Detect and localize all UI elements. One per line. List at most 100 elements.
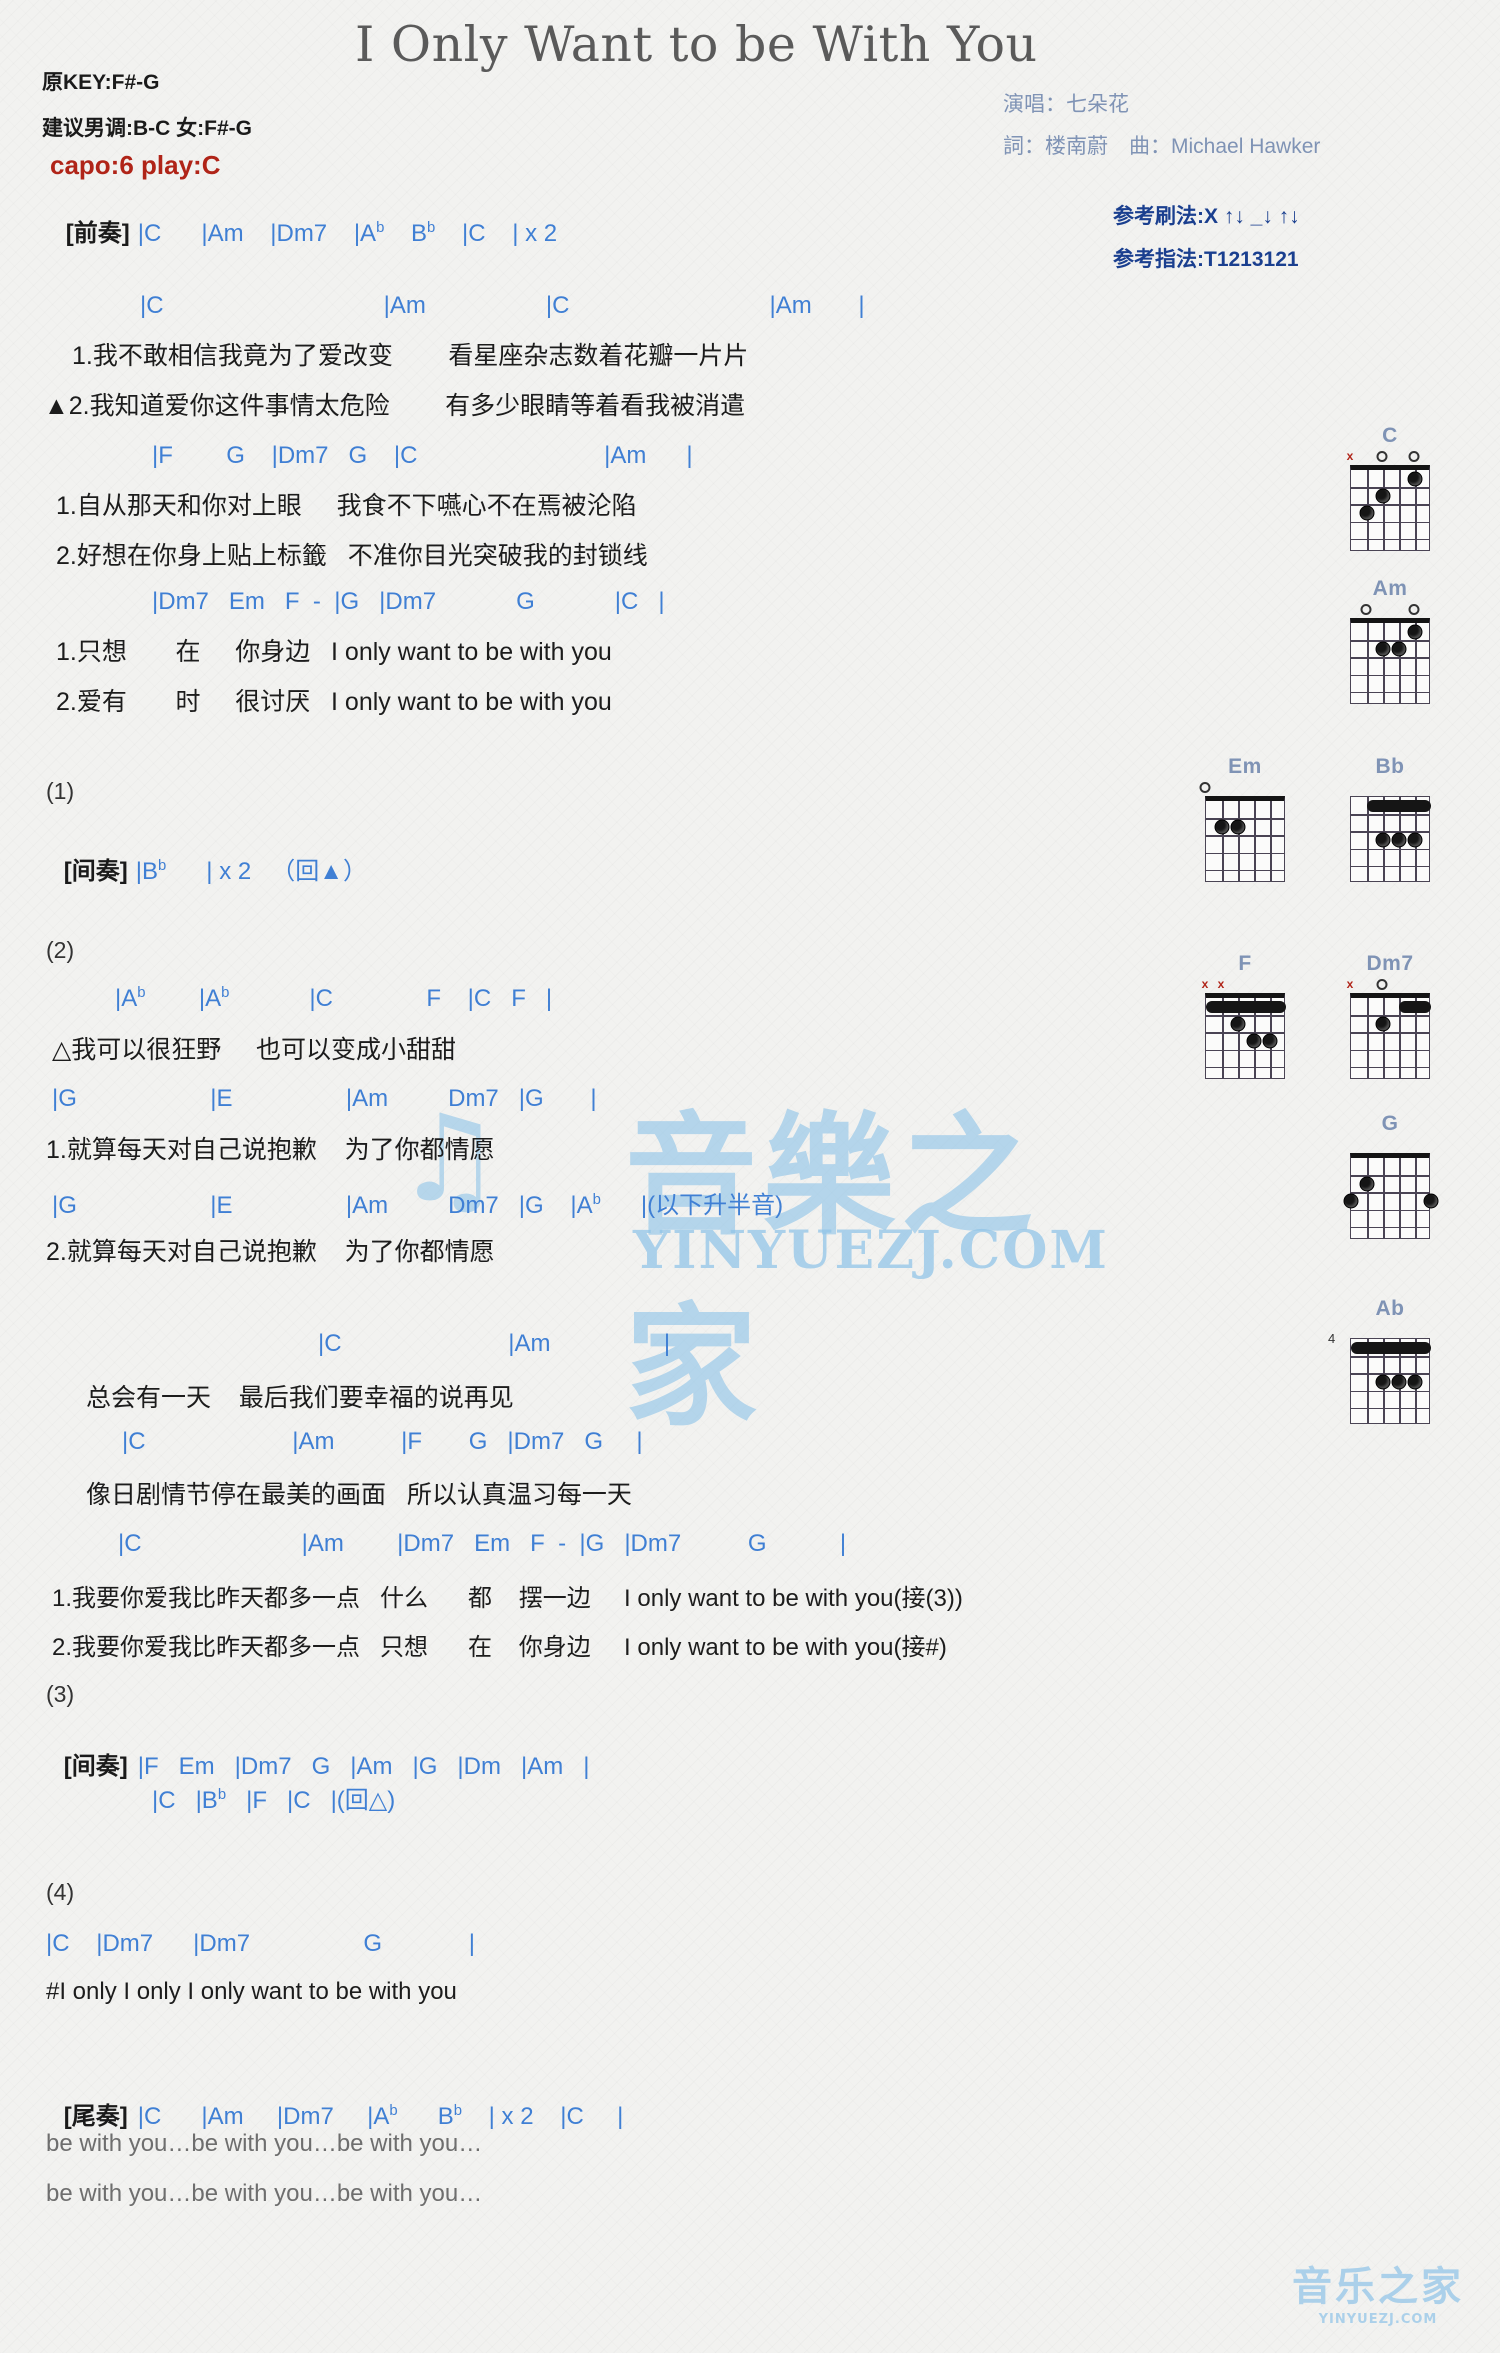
fret-line <box>1351 1015 1429 1017</box>
barre-marker <box>1206 1000 1286 1013</box>
singer-credit: 演唱：七朵花 <box>1003 93 1129 116</box>
block4-chords: |C |Dm7 |Dm7 G | <box>46 1930 475 1957</box>
block1-chords: |Bb | x 2 （回▲） <box>135 858 367 885</box>
fretboard-grid <box>1205 993 1286 1079</box>
fretboard-grid <box>1350 993 1431 1079</box>
finger-dot <box>1230 819 1246 835</box>
open-string-icon <box>1360 604 1372 615</box>
verse2-chords: |F G |Dm7 G |C |Am | <box>152 442 693 469</box>
barre-marker <box>1351 1341 1431 1354</box>
chord-diagram-markers <box>1342 1323 1438 1338</box>
block1-row: [间奏] |Bb | x 2 （回▲） <box>46 833 367 904</box>
chord-diagram-name: Bb <box>1375 755 1405 778</box>
fret-line <box>1351 521 1429 524</box>
barre-marker <box>1367 799 1431 812</box>
block1-label: [间奏] <box>63 858 128 885</box>
open-string-icon <box>1376 979 1388 990</box>
fret-line <box>1351 1049 1429 1052</box>
chord-diagram-bb: Bb <box>1342 755 1438 882</box>
finger-dot <box>1359 1176 1375 1192</box>
fret-line <box>1351 1390 1429 1393</box>
finger-dot <box>1375 832 1391 848</box>
intro-row: [前奏] |C |Am |Dm7 |Ab Bb |C | x 2 <box>48 195 557 266</box>
open-string-icon <box>1376 451 1388 462</box>
outro-label: [尾奏] <box>63 2103 128 2130</box>
chord-diagram-markers: x <box>1342 449 1438 465</box>
original-key: 原KEY:F#-G <box>42 71 160 94</box>
fret-line <box>1351 538 1429 541</box>
fretboard-grid <box>1343 1153 1439 1239</box>
chord-diagram-c: Cx <box>1342 424 1438 551</box>
finger-dot <box>1375 641 1391 657</box>
finger-dot <box>1375 1374 1391 1390</box>
chord-diagram-name: C <box>1382 424 1398 447</box>
finger-dot <box>1230 1016 1246 1032</box>
fretboard-grid <box>1205 796 1285 882</box>
bridge-chords-1: |C |Am | <box>318 1330 671 1357</box>
chord-diagram-markers: x <box>1342 977 1438 993</box>
muted-string-icon: x <box>1346 449 1354 463</box>
chord-diagram-markers <box>1197 781 1293 796</box>
block3-label: [间奏] <box>63 1753 128 1780</box>
fret-line <box>1351 674 1429 677</box>
finger-dot <box>1214 819 1230 835</box>
chord-diagram-em: Em <box>1197 755 1293 882</box>
bridge-chords-2: |C |Am |F G |Dm7 G | <box>122 1428 643 1455</box>
finger-dot <box>1407 624 1423 640</box>
verse2-lyric-1: 1.自从那天和你对上眼 我食不下嚥心不在焉被沦陷 <box>56 492 637 520</box>
chord-diagram-g: G <box>1342 1112 1439 1239</box>
fret-line <box>1351 848 1429 851</box>
bridge-lyric-1: 总会有一天 最后我们要幸福的说再见 <box>86 1384 514 1412</box>
chorus2-lyric-2: 2.我要你爱我比昨天都多一点 只想 在 你身边 I only want to b… <box>52 1634 947 1661</box>
suggested-key: 建议男调:B-C 女:F#-G <box>42 117 252 140</box>
finger-dot <box>1246 1033 1262 1049</box>
chord-diagram-am: Am <box>1342 577 1438 704</box>
fretboard-grid <box>1350 1338 1431 1424</box>
writer-credit: 詞：楼南蔚 曲：Michael Hawker <box>1003 135 1321 158</box>
barre-marker <box>1399 1000 1431 1013</box>
block2-chords-1: |Ab |Ab |C F |C F | <box>115 985 553 1012</box>
intro-chords: |C |Am |Dm7 |Ab Bb |C | x 2 <box>137 220 558 247</box>
intro-label: [前奏] <box>65 220 130 247</box>
block2-chords-3: |G |E |Am Dm7 |G |Ab |(以下升半音) <box>52 1192 784 1219</box>
fret-line <box>1351 1356 1429 1358</box>
song-sheet: I Only Want to be With You 原KEY:F#-G 建议男… <box>0 0 1500 2353</box>
chord-diagram-f: Fxx <box>1197 952 1293 1079</box>
chord-diagram-name: Ab <box>1375 1297 1405 1320</box>
fret-line <box>1206 869 1284 872</box>
finger-dot <box>1391 1374 1407 1390</box>
open-string-icon <box>1408 604 1420 615</box>
chorus1-chords: |Dm7 Em F - |G |Dm7 G |C | <box>152 588 665 615</box>
fret-line <box>1351 640 1429 642</box>
fret-line <box>1206 835 1284 837</box>
fretboard-grid <box>1350 465 1430 551</box>
fretboard-grid <box>1350 618 1430 704</box>
open-string-icon <box>1199 782 1211 793</box>
chord-diagram-dm7: Dm7 x <box>1342 952 1438 1079</box>
chorus2-chords: |C |Am |Dm7 Em F - |G |Dm7 G | <box>118 1530 847 1557</box>
block4-number: (4) <box>46 1879 75 1905</box>
fret-line <box>1206 852 1284 855</box>
finger-dot <box>1407 832 1423 848</box>
fret-line <box>1351 487 1429 489</box>
finger-dot <box>1391 641 1407 657</box>
fret-line <box>1351 1209 1429 1212</box>
chord-diagram-markers <box>1342 781 1438 796</box>
strum-pattern: 参考刷法:X ↑↓ _↓ ↑↓ <box>1113 205 1300 228</box>
block3-chords-1: |F Em |Dm7 G |Am |G |Dm |Am | <box>137 1753 590 1780</box>
fret-line <box>1351 1066 1429 1069</box>
block2-number: (2) <box>46 937 75 963</box>
open-string-icon <box>1408 451 1420 462</box>
verse1-chords: |C |Am |C |Am | <box>140 292 865 319</box>
verse2-lyric-2: 2.好想在你身上贴上标籤 不准你目光突破我的封锁线 <box>56 542 648 570</box>
chorus2-lyric-1: 1.我要你爱我比昨天都多一点 什么 都 摆一边 I only want to b… <box>52 1585 963 1612</box>
finger-dot <box>1359 505 1375 521</box>
chord-diagram-markers <box>1342 1138 1438 1153</box>
outro-lyric-1: be with you…be with you…be with you… <box>46 2130 483 2157</box>
fret-line <box>1351 1407 1429 1410</box>
finger-dot <box>1375 1016 1391 1032</box>
finger-dot <box>1343 1193 1359 1209</box>
fret-line <box>1206 1066 1284 1069</box>
block2-chords-2: |G |E |Am Dm7 |G | <box>52 1085 597 1112</box>
fretboard-grid <box>1350 796 1431 882</box>
